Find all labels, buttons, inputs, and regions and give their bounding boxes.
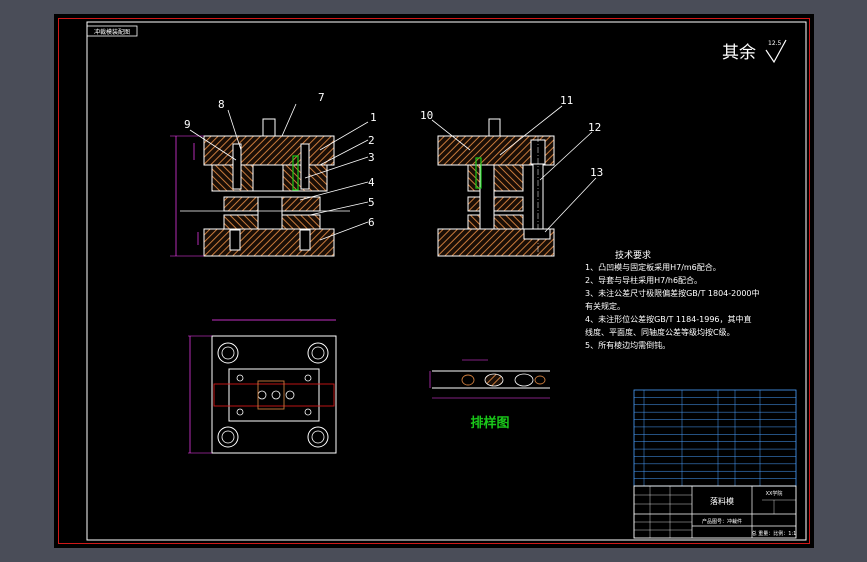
part-number-5: 5	[368, 196, 375, 209]
part-number-8: 8	[218, 98, 225, 111]
part-number-7: 7	[318, 91, 325, 104]
strip-layout: 排样图	[429, 359, 550, 431]
roughness-value: 12.5	[768, 40, 782, 47]
requirement-1: 1、凸凹模与固定板采用H7/m6配合。	[585, 262, 721, 272]
part-number-6: 6	[368, 216, 375, 229]
requirement-3: 3、未注公差尺寸极限偏差按GB/T 1804-2000中	[585, 288, 760, 298]
strip-layout-label: 排样图	[470, 415, 509, 431]
requirement-2: 2、导套与导柱采用H7/h6配合。	[585, 275, 702, 285]
requirements-title: 技术要求	[615, 249, 651, 261]
roughness-label: 其余	[722, 43, 756, 63]
part-number-4: 4	[368, 176, 375, 189]
roughness-note: 其余 12.5	[722, 39, 787, 64]
part-number-13: 13	[590, 166, 603, 179]
requirement-5: 5、所有棱边均需倒钝。	[585, 340, 670, 350]
part-number-3: 3	[368, 151, 375, 164]
title-block: 落料模 XX学院 产品图号：冲裁件 总 重量：比例：1:1	[633, 485, 797, 539]
part-number-12: 12	[588, 121, 601, 134]
part-number-10: 10	[420, 109, 433, 122]
side-section-view	[437, 118, 555, 257]
corner-tag-text: 冲裁模装配图	[94, 28, 130, 36]
parts-list-table	[633, 389, 797, 487]
product-drawing-no: 产品图号：冲裁件	[702, 518, 742, 525]
corner-tag: 冲裁模装配图	[86, 25, 138, 37]
part-number-9: 9	[184, 118, 191, 131]
part-number-1: 1	[370, 111, 377, 124]
cad-drawing: 冲裁模装配图 其余 12.5 7 8 9 1 2 3 4 5 6 10 11 1…	[86, 21, 807, 541]
part-number-11: 11	[560, 94, 573, 107]
technical-requirements: 技术要求 1、凸凹模与固定板采用H7/m6配合。 2、导套与导柱采用H7/h6配…	[585, 249, 760, 350]
requirement-4: 4、未注形位公差按GB/T 1184-1996，其中直	[585, 314, 752, 324]
requirement-3-cont: 有关规定。	[585, 301, 625, 311]
front-section-view	[170, 118, 350, 257]
drawing-name: 落料模	[710, 496, 734, 506]
school-name: XX学院	[766, 490, 783, 497]
part-number-2: 2	[368, 134, 375, 147]
weight-scale: 总 重量：比例：1:1	[752, 530, 797, 537]
plan-view	[188, 319, 337, 454]
requirement-4-cont: 线度、平面度、同轴度公差等级均按C级。	[585, 327, 735, 337]
